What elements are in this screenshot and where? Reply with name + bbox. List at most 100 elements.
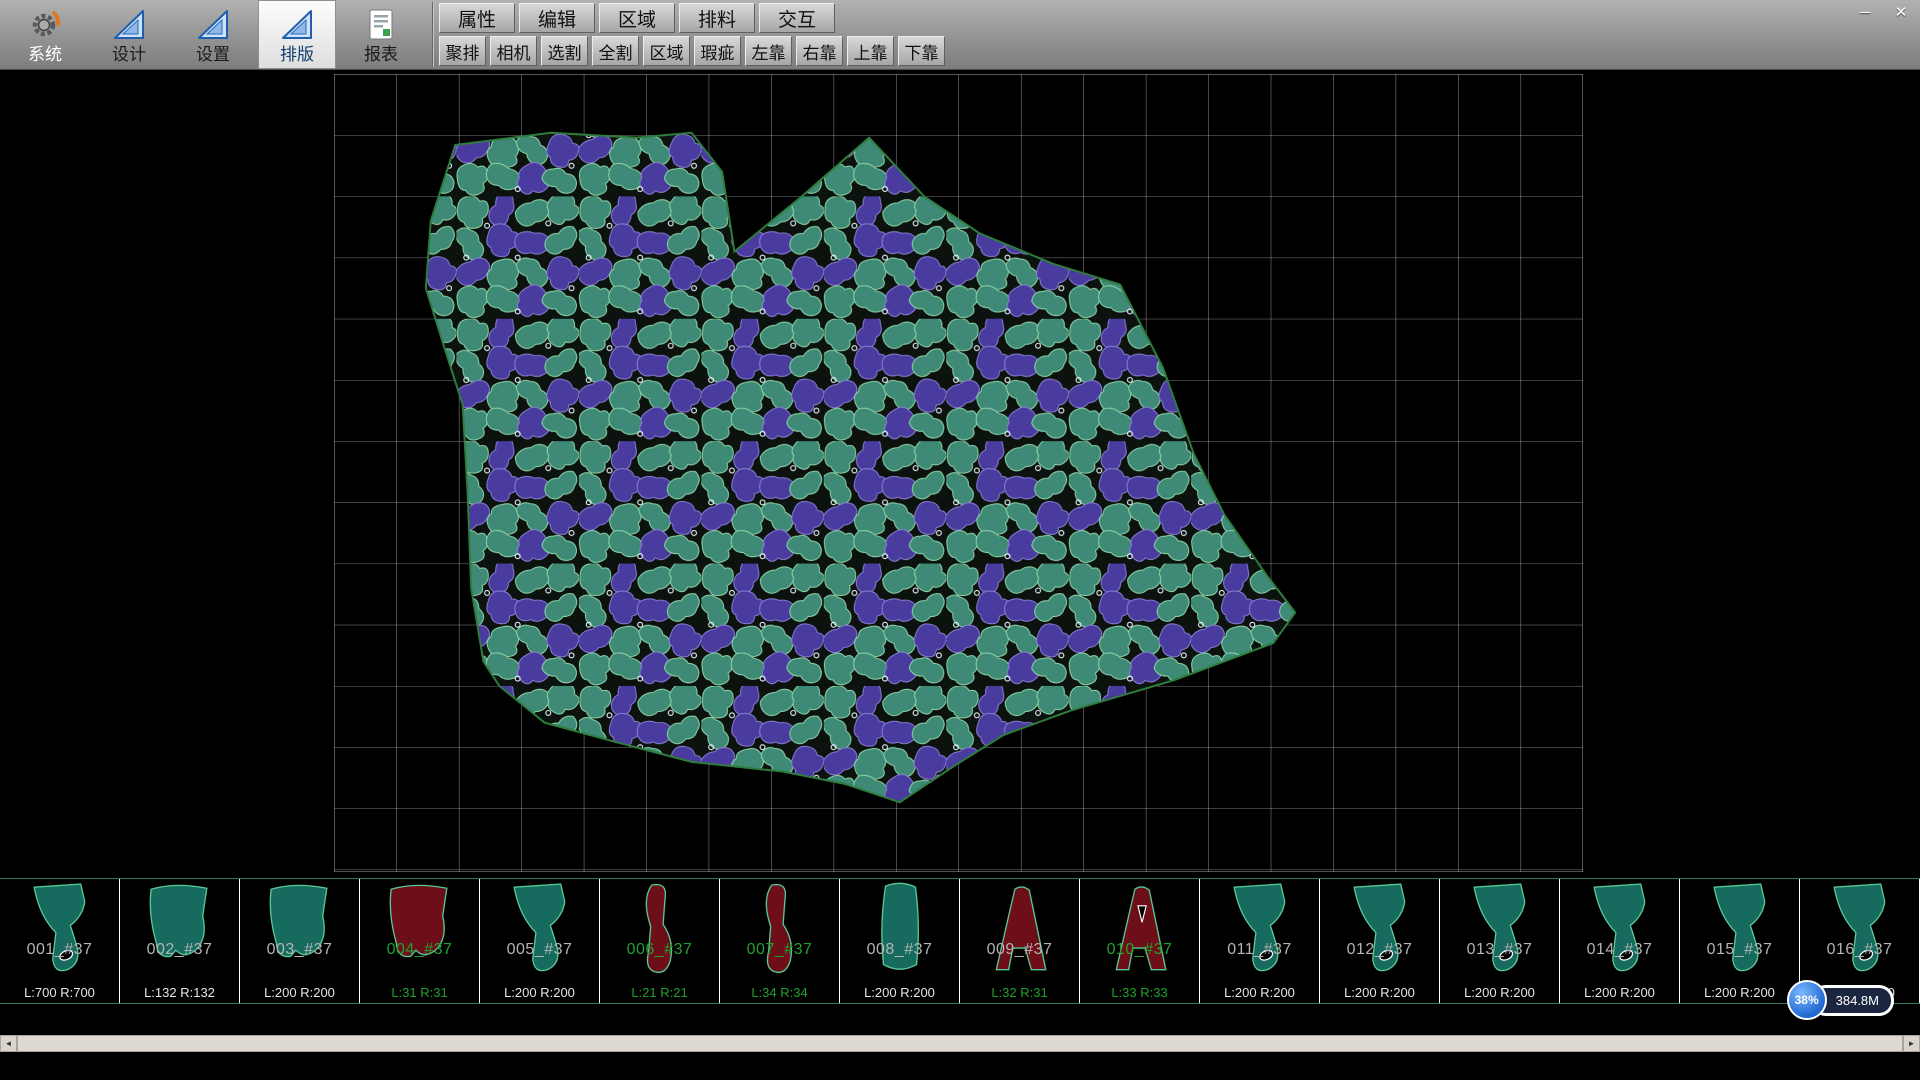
- tool-button-3[interactable]: 选割: [541, 36, 588, 66]
- piece-thumbnail-007_#37[interactable]: 007_#37 L:34 R:34: [720, 879, 840, 1003]
- minimize-button[interactable]: ─: [1852, 2, 1878, 22]
- scroll-right-arrow-icon[interactable]: ►: [1903, 1035, 1920, 1052]
- ribbon: 系统设计设置排版报表 属性编辑区域排料交互 聚排相机选割全割区域瑕疵左靠右靠上靠…: [0, 0, 1920, 70]
- piece-name: 008_#37: [840, 941, 959, 959]
- piece-name: 007_#37: [720, 941, 839, 959]
- piece-thumbnail-010_#37[interactable]: 010_#37 L:33 R:33: [1080, 879, 1200, 1003]
- menu-tab-5[interactable]: 交互: [759, 3, 835, 33]
- piece-thumbnail-002_#37[interactable]: 002_#37 L:132 R:132: [120, 879, 240, 1003]
- app-button-system[interactable]: 系统: [6, 0, 84, 69]
- app-button-layout[interactable]: 排版: [258, 0, 336, 69]
- tool-button-4[interactable]: 全割: [592, 36, 639, 66]
- piece-name: 010_#37: [1080, 941, 1199, 959]
- gear-icon: [26, 7, 64, 43]
- piece-thumbnail-015_#37[interactable]: 015_#37 L:200 R:200: [1680, 879, 1800, 1003]
- scroll-left-arrow-icon[interactable]: ◄: [0, 1035, 17, 1052]
- close-button[interactable]: ✕: [1888, 2, 1914, 22]
- app-buttons: 系统设计设置 排版 报表: [0, 0, 426, 69]
- piece-lr-count: L:200 R:200: [480, 985, 599, 1000]
- piece-shape: [1818, 881, 1902, 979]
- piece-thumbnail-014_#37[interactable]: 014_#37 L:200 R:200: [1560, 879, 1680, 1003]
- piece-name: 013_#37: [1440, 941, 1559, 959]
- piece-shape: [858, 881, 942, 979]
- menu-area: 属性编辑区域排料交互 聚排相机选割全割区域瑕疵左靠右靠上靠下靠: [439, 0, 945, 69]
- app-button-label: 报表: [364, 46, 398, 63]
- tool-button-2[interactable]: 相机: [490, 36, 537, 66]
- piece-shape: [498, 881, 582, 979]
- piece-thumbnail-004_#37[interactable]: 004_#37L:31 R:31: [360, 879, 480, 1003]
- piece-thumbnail-003_#37[interactable]: 003_#37L:200 R:200: [240, 879, 360, 1003]
- piece-thumbnail-005_#37[interactable]: 005_#37L:200 R:200: [480, 879, 600, 1003]
- ruler-icon: [110, 7, 148, 43]
- piece-name: 015_#37: [1680, 941, 1799, 959]
- scrollbar-thumb[interactable]: [17, 1035, 1903, 1052]
- piece-name: 014_#37: [1560, 941, 1679, 959]
- piece-shape: [618, 881, 702, 979]
- piece-name: 001_#37: [0, 941, 119, 959]
- report-icon: [362, 7, 400, 43]
- piece-thumbnail-006_#37[interactable]: 006_#37 L:21 R:21: [600, 879, 720, 1003]
- app-button-settings[interactable]: 设置: [174, 0, 252, 69]
- piece-lr-count: L:200 R:200: [1560, 985, 1679, 1000]
- piece-name: 003_#37: [240, 941, 359, 959]
- piece-thumbnail-011_#37[interactable]: 011_#37 L:200 R:200: [1200, 879, 1320, 1003]
- piece-shape: [978, 881, 1062, 979]
- piece-name: 006_#37: [600, 941, 719, 959]
- app-button-label: 设置: [196, 46, 230, 63]
- tool-button-5[interactable]: 区域: [643, 36, 690, 66]
- piece-shape: [1458, 881, 1542, 979]
- tool-button-10[interactable]: 下靠: [898, 36, 945, 66]
- app-button-design[interactable]: 设计: [90, 0, 168, 69]
- piece-lr-count: L:200 R:200: [1320, 985, 1439, 1000]
- piece-thumbnail-012_#37[interactable]: 012_#37 L:200 R:200: [1320, 879, 1440, 1003]
- horizontal-scrollbar[interactable]: ◄ ►: [0, 1035, 1920, 1052]
- window-controls: ─ ✕: [1852, 2, 1914, 22]
- piece-lr-count: L:34 R:34: [720, 985, 839, 1000]
- menu-tab-2[interactable]: 编辑: [519, 3, 595, 33]
- ruler-icon: [278, 7, 316, 43]
- tool-button-6[interactable]: 瑕疵: [694, 36, 741, 66]
- piece-shape: [258, 881, 342, 979]
- piece-lr-count: L:200 R:200: [840, 985, 959, 1000]
- piece-thumbnail-008_#37[interactable]: 008_#37 L:200 R:200: [840, 879, 960, 1003]
- nesting-canvas[interactable]: [0, 71, 1920, 878]
- tool-button-1[interactable]: 聚排: [439, 36, 486, 66]
- progress-circle: 38%: [1787, 980, 1827, 1020]
- piece-shape: [1698, 881, 1782, 979]
- piece-shape: [18, 881, 102, 979]
- piece-name: 002_#37: [120, 941, 239, 959]
- pieces-tray: 001_#37L:700 R:700002_#37L:132 R:132003_…: [0, 878, 1920, 1004]
- application-window: 系统设计设置排版报表 属性编辑区域排料交互 聚排相机选割全割区域瑕疵左靠右靠上靠…: [0, 0, 1920, 1080]
- piece-shape: [1218, 881, 1302, 979]
- piece-name: 012_#37: [1320, 941, 1439, 959]
- tool-button-8[interactable]: 右靠: [796, 36, 843, 66]
- piece-lr-count: L:200 R:200: [1440, 985, 1559, 1000]
- piece-name: 011_#37: [1200, 941, 1319, 959]
- app-button-report[interactable]: 报表: [342, 0, 420, 69]
- piece-lr-count: L:200 R:200: [1200, 985, 1319, 1000]
- menu-tab-row: 属性编辑区域排料交互: [439, 3, 945, 36]
- piece-lr-count: L:33 R:33: [1080, 985, 1199, 1000]
- toolbar-separator: [432, 2, 433, 67]
- piece-thumbnail-013_#37[interactable]: 013_#37 L:200 R:200: [1440, 879, 1560, 1003]
- piece-shape: [1338, 881, 1422, 979]
- piece-name: 016_#37: [1800, 941, 1919, 959]
- menu-tab-3[interactable]: 区域: [599, 3, 675, 33]
- piece-lr-count: L:32 R:31: [960, 985, 1079, 1000]
- piece-lr-count: L:200 R:200: [1680, 985, 1799, 1000]
- tool-button-row: 聚排相机选割全割区域瑕疵左靠右靠上靠下靠: [439, 36, 945, 66]
- ruler-icon: [194, 7, 232, 43]
- piece-lr-count: L:21 R:21: [600, 985, 719, 1000]
- menu-tab-4[interactable]: 排料: [679, 3, 755, 33]
- piece-shape: [378, 881, 462, 979]
- scrollbar-track[interactable]: [17, 1035, 1903, 1052]
- piece-thumbnail-001_#37[interactable]: 001_#37 L:700 R:700: [0, 879, 120, 1003]
- app-button-label: 排版: [280, 46, 314, 63]
- menu-tab-1[interactable]: 属性: [439, 3, 515, 33]
- nesting-viewport[interactable]: [334, 74, 1583, 872]
- piece-lr-count: L:700 R:700: [0, 985, 119, 1000]
- piece-thumbnail-009_#37[interactable]: 009_#37L:32 R:31: [960, 879, 1080, 1003]
- tool-button-7[interactable]: 左靠: [745, 36, 792, 66]
- tool-button-9[interactable]: 上靠: [847, 36, 894, 66]
- piece-lr-count: L:132 R:132: [120, 985, 239, 1000]
